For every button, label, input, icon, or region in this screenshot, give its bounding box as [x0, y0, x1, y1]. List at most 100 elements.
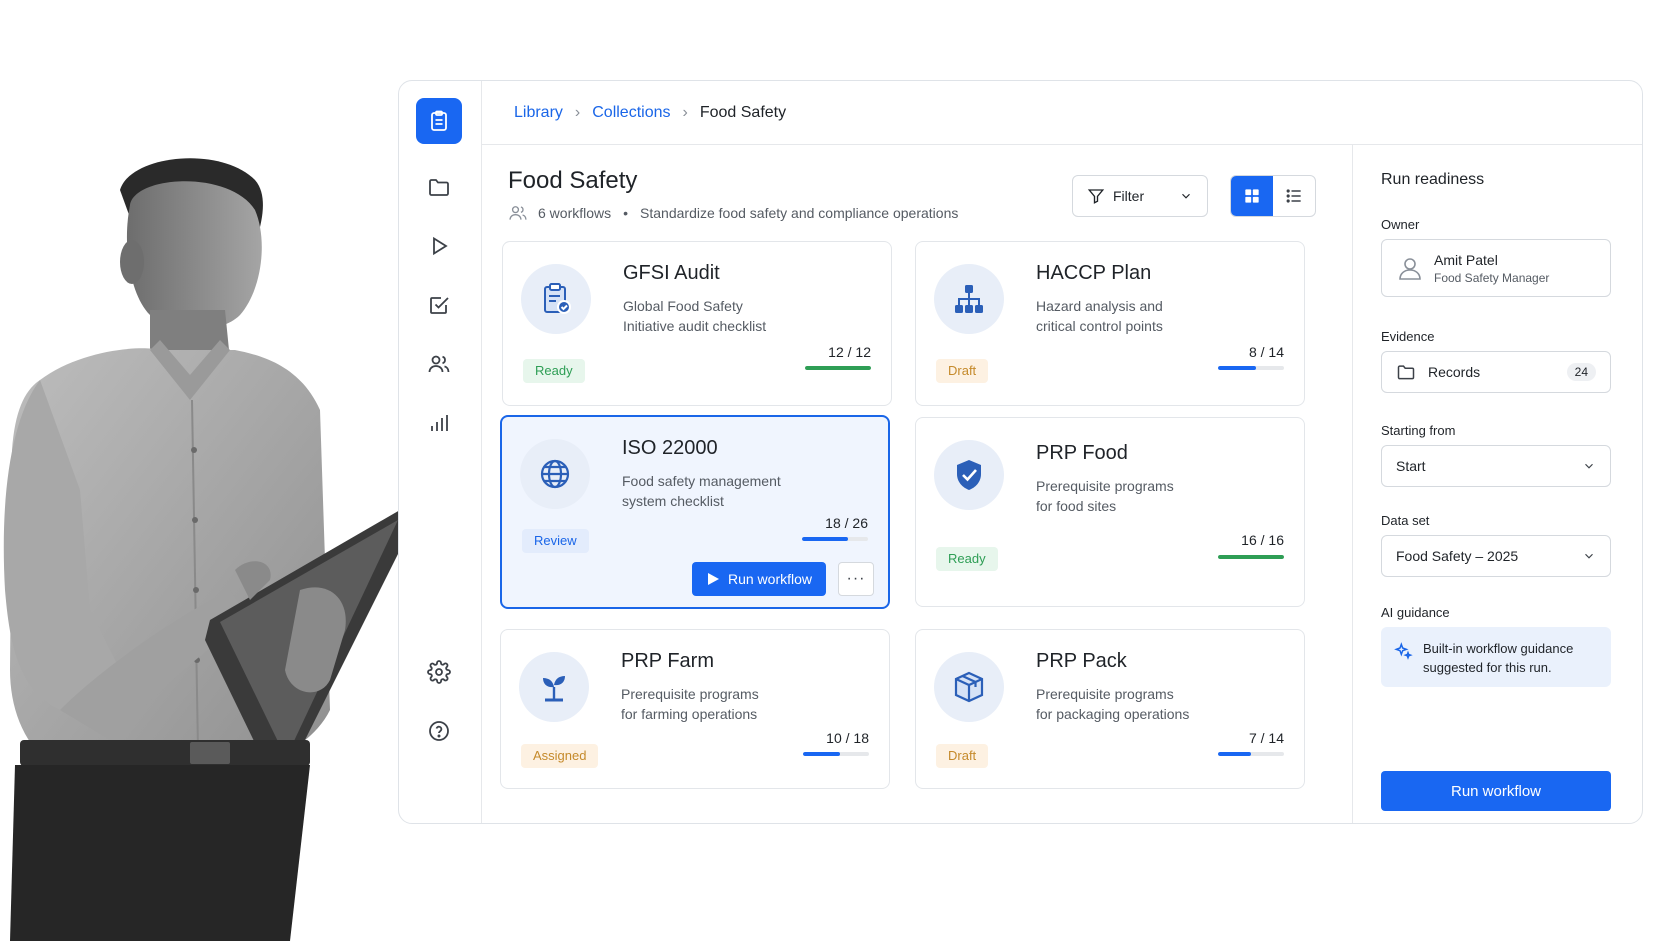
status-badge: Draft — [936, 359, 989, 383]
nav-team-button[interactable] — [416, 341, 462, 387]
breadcrumb: Library › Collections › Food Safety — [482, 81, 1642, 145]
nav-help-button[interactable] — [416, 708, 462, 754]
card-description: Hazard analysis and critical control poin… — [1036, 296, 1236, 336]
collection-meta: 6 workflows • Standardize food safety an… — [508, 203, 958, 223]
card-desc-line: Initiative audit checklist — [623, 318, 767, 334]
evidence-count-badge: 24 — [1566, 363, 1596, 381]
card-description: Prerequisite programs for food sites — [1036, 476, 1236, 516]
folder-icon — [429, 179, 449, 196]
progress-count: 10 / 18 — [826, 730, 869, 746]
breadcrumb-library-link[interactable]: Library — [514, 104, 563, 122]
clipboard-icon — [431, 110, 447, 131]
sidebar-rail — [399, 81, 482, 823]
run-workflow-primary-button[interactable]: Run workflow — [1381, 771, 1611, 811]
run-readiness-panel: Run readiness Owner Amit Patel Food Safe… — [1352, 145, 1642, 823]
data-set-select[interactable]: Food Safety – 2025 — [1381, 535, 1611, 577]
evidence-value: Records — [1428, 364, 1481, 380]
card-description: Prerequisite programs for farming operati… — [621, 684, 821, 724]
card-desc-line: Global Food Safety — [623, 298, 743, 314]
card-icon-wrap — [520, 439, 590, 509]
nav-workflows-button[interactable] — [416, 98, 462, 144]
card-title: PRP Food — [1036, 442, 1128, 464]
card-desc-line: Prerequisite programs — [1036, 686, 1174, 702]
progress-bar — [805, 366, 871, 370]
card-desc-line: for food sites — [1036, 498, 1117, 514]
chevron-down-icon — [1585, 553, 1593, 559]
sparkle-icon — [1394, 642, 1413, 660]
shield-check-icon — [957, 460, 981, 490]
package-icon — [954, 671, 984, 703]
users-icon — [509, 206, 527, 220]
card-title: PRP Farm — [621, 650, 714, 672]
progress-bar — [1218, 752, 1284, 756]
sprout-icon — [543, 676, 565, 702]
evidence-field[interactable]: Records 24 — [1381, 351, 1611, 393]
status-badge: Draft — [936, 744, 989, 768]
view-toggle — [1230, 175, 1316, 217]
ai-guidance-label: AI guidance — [1381, 605, 1450, 620]
card-desc-line: for packaging operations — [1036, 706, 1190, 722]
panel-title: Run readiness — [1381, 171, 1485, 188]
help-icon — [429, 721, 449, 741]
owner-name: Amit Patel — [1434, 251, 1498, 268]
filter-label: Filter — [1113, 188, 1145, 204]
owner-label: Owner — [1381, 217, 1420, 232]
card-description: Prerequisite programs for packaging opera… — [1036, 684, 1236, 724]
progress-bar-fill — [802, 537, 848, 541]
progress-bar-fill — [1218, 752, 1251, 756]
breadcrumb-collections-link[interactable]: Collections — [592, 104, 670, 122]
progress-count: 18 / 26 — [825, 515, 868, 531]
owner-role: Food Safety Manager — [1434, 270, 1550, 285]
filter-button[interactable]: Filter — [1072, 175, 1208, 217]
gear-icon — [427, 660, 451, 684]
owner-field[interactable]: Amit Patel Food Safety Manager — [1381, 239, 1611, 297]
workflow-card-prp-food[interactable]: PRP Food Prerequisite programs for food s… — [915, 417, 1305, 607]
nav-settings-button[interactable] — [416, 649, 462, 695]
workflow-card-iso-22000[interactable]: ISO 22000 Food safety management system c… — [500, 415, 890, 609]
hierarchy-icon — [955, 285, 983, 313]
progress-count: 12 / 12 — [828, 344, 871, 360]
chevron-down-icon — [1182, 193, 1190, 199]
starting-from-label: Starting from — [1381, 423, 1456, 438]
card-desc-line: Food safety management — [622, 473, 781, 489]
workflow-card-gfsi-audit[interactable]: GFSI Audit Global Food Safety Initiative … — [502, 241, 892, 406]
data-set-label: Data set — [1381, 513, 1430, 528]
workflow-card-prp-farm[interactable]: PRP Farm Prerequisite programs for farmin… — [500, 629, 890, 789]
progress-bar-fill — [803, 752, 840, 756]
evidence-label: Evidence — [1381, 329, 1435, 344]
breadcrumb-current: Food Safety — [699, 103, 787, 121]
checkbox-icon — [430, 297, 449, 314]
progress-count: 8 / 14 — [1248, 344, 1284, 360]
nav-tasks-button[interactable] — [416, 282, 462, 328]
nav-folder-button[interactable] — [416, 164, 462, 210]
card-desc-line: critical control points — [1036, 318, 1163, 334]
grid-icon — [1245, 189, 1259, 203]
progress-bar-fill — [805, 366, 871, 370]
list-view-button[interactable] — [1273, 176, 1315, 216]
workflow-collection: Food Safety 6 workflows • Standardize fo… — [482, 145, 1352, 823]
progress-bar-fill — [1218, 366, 1256, 370]
card-description: Food safety management system checklist — [622, 471, 822, 511]
folder-icon — [1397, 365, 1415, 380]
app-window: Library › Collections › Food Safety Food… — [398, 80, 1643, 824]
progress-bar — [802, 537, 868, 541]
workflow-card-prp-pack[interactable]: PRP Pack Prerequisite programs for packag… — [915, 629, 1305, 789]
chevron-down-icon — [1585, 463, 1593, 469]
starting-from-select[interactable]: Start — [1381, 445, 1611, 487]
card-desc-line: system checklist — [622, 493, 724, 509]
user-avatar-icon — [1399, 258, 1421, 280]
nav-run-button[interactable] — [416, 223, 462, 269]
more-options-button[interactable]: ··· — [838, 562, 874, 596]
nav-analytics-button[interactable] — [416, 400, 462, 446]
card-title: GFSI Audit — [623, 262, 720, 284]
list-icon — [1286, 189, 1301, 203]
grid-view-button[interactable] — [1231, 176, 1273, 216]
page-title: Food Safety — [508, 167, 638, 194]
users-icon — [428, 355, 450, 373]
card-icon-wrap — [934, 652, 1004, 722]
data-set-value: Food Safety – 2025 — [1396, 548, 1519, 564]
progress-bar — [1218, 555, 1284, 559]
workflow-card-haccp-plan[interactable]: HACCP Plan Hazard analysis and critical c… — [915, 241, 1305, 406]
card-desc-line: Hazard analysis and — [1036, 298, 1163, 314]
run-workflow-button[interactable]: Run workflow — [692, 562, 826, 596]
